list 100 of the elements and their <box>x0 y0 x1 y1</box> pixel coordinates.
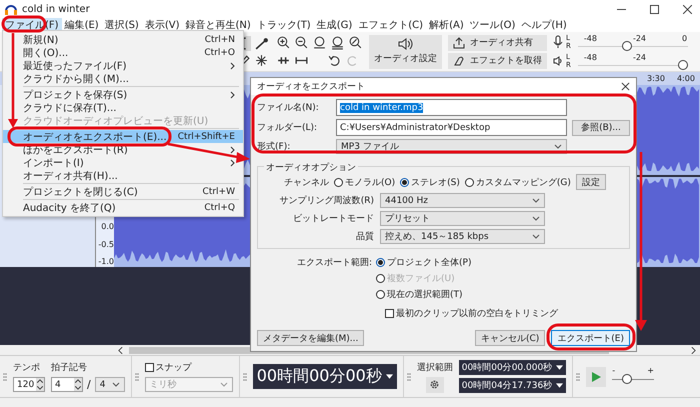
close-icon[interactable] <box>621 82 630 91</box>
dialog-button[interactable]: キャンセル(C) <box>474 330 546 346</box>
menu-item[interactable]: プロジェクトを閉じる(C) Ctrl+W <box>3 185 243 198</box>
menu-item[interactable]: エフェクト(C) <box>355 18 426 32</box>
radio-button[interactable]: プロジェクト全体(P) <box>376 256 472 269</box>
slider-max-label: + <box>647 366 654 374</box>
menu-item[interactable]: クラウドから開く(M)... <box>3 72 243 85</box>
speaker-icon[interactable] <box>553 54 563 68</box>
trim-checkbox[interactable]: 最初のクリップ以前の空白をトリミング <box>257 307 630 320</box>
scale-label: -0.5 <box>97 240 114 250</box>
menu-item[interactable]: インポート(I) <box>3 156 243 169</box>
fit-selection-icon[interactable] <box>312 35 327 50</box>
audio-setup-button[interactable]: オーディオ設定 <box>369 34 442 68</box>
grip-handle-icon[interactable] <box>134 372 139 382</box>
caret-icon <box>112 382 120 387</box>
field-label: サンプリング周波数(R) <box>278 194 374 207</box>
menu-item[interactable]: 開く(O)... Ctrl+O <box>3 46 243 59</box>
menu-item[interactable]: トラック(T) <box>254 18 314 32</box>
selection-start-field[interactable]: 00時間00分00.000秒 <box>458 360 566 375</box>
caret-icon <box>556 365 564 370</box>
slider-min-label: - <box>612 366 616 374</box>
play-at-speed-button[interactable] <box>586 366 606 386</box>
beats-field[interactable]: 4 <box>51 377 83 392</box>
field-label: フォルダー(L): <box>257 122 318 134</box>
menu-item[interactable]: Audacity を終了(Q) Ctrl+Q <box>3 201 243 214</box>
radio-circle[interactable] <box>376 258 386 267</box>
settings-button[interactable]: 設定 <box>576 174 606 190</box>
menu-item[interactable]: 最近使ったファイル(F) <box>3 59 243 72</box>
menu-item[interactable]: 選択(S) <box>102 18 142 32</box>
menu-item[interactable]: オーディオをエクスポート(E)... Ctrl+Shift+E <box>3 130 243 143</box>
meter-tick-label: -24 <box>632 52 648 62</box>
field-label: エクスポート範囲: <box>297 256 372 270</box>
spin-arrows-icon[interactable] <box>74 378 82 391</box>
menu-item[interactable]: 解析(A) <box>426 18 467 32</box>
timeline-label: 4:00 <box>676 74 695 83</box>
beat-unit-dropdown[interactable]: 4 <box>94 377 125 392</box>
dialog-button[interactable]: エクスポート(E) <box>551 330 630 346</box>
caret-icon <box>556 383 564 388</box>
tempo-field[interactable]: 120 <box>13 377 45 392</box>
share-audio-button[interactable]: オーディオ共有 <box>448 34 547 50</box>
dropdown[interactable]: 44100 Hz <box>380 193 545 208</box>
caret-icon <box>220 382 228 387</box>
play-icon <box>591 372 602 382</box>
menu-item[interactable]: 新規(N) Ctrl+N <box>3 33 243 46</box>
envelope-tool-icon[interactable] <box>254 36 269 50</box>
upload-icon <box>453 36 465 48</box>
radio-button[interactable]: ステレオ(S) <box>400 176 460 188</box>
caret-icon <box>386 374 393 379</box>
selection-label: 選択範囲 <box>416 362 453 374</box>
zoom-in-icon[interactable] <box>276 35 291 50</box>
zoom-out-icon[interactable] <box>294 35 309 50</box>
zoom-toggle-icon[interactable] <box>348 35 363 50</box>
menu-item[interactable]: オーディオ共有(H)... <box>3 169 243 182</box>
snap-checkbox[interactable]: スナップ <box>144 361 233 374</box>
menu-item[interactable]: 録音と再生(N) <box>182 18 254 32</box>
meter-slider-thumb[interactable] <box>622 40 632 50</box>
grip-handle-icon[interactable] <box>576 372 580 382</box>
gear-icon <box>429 379 440 390</box>
file-name-field[interactable]: cold in winter.mp3 <box>336 99 567 116</box>
menu-item[interactable]: 表示(V) <box>142 18 182 32</box>
menu-item[interactable]: 編集(E) <box>62 18 102 32</box>
browse-button[interactable]: 参照(B)... <box>572 120 630 136</box>
menu-item[interactable]: ヘルプ(H) <box>518 18 570 32</box>
caret-icon <box>532 198 540 203</box>
menu-item[interactable]: クラウドに保存(T)... <box>3 101 243 114</box>
radio-button[interactable]: モノラル(O) <box>334 176 396 188</box>
scroll-right-icon[interactable] <box>691 346 696 354</box>
menu-item[interactable]: 生成(G) <box>314 18 356 32</box>
settings-button[interactable] <box>426 376 444 392</box>
dropdown[interactable]: プリセット <box>380 211 545 226</box>
grip-handle-icon[interactable] <box>406 372 411 382</box>
radio-button[interactable]: 現在の選択範囲(T) <box>376 288 472 301</box>
scroll-left-icon[interactable] <box>118 346 123 354</box>
close-icon[interactable] <box>683 4 692 14</box>
radio-button[interactable]: カスタムマッピング(G) <box>464 176 571 188</box>
maximize-icon[interactable] <box>650 4 659 14</box>
field-label: ファイル名(N): <box>257 102 320 114</box>
field-label: ビットレートモード <box>292 212 374 225</box>
menu-item[interactable]: ツール(O) <box>466 18 518 32</box>
dropdown[interactable]: 控えめ、145～185 kbps <box>380 229 545 244</box>
menu-item[interactable]: プロジェクトを保存(S) <box>3 88 243 101</box>
dialog-button[interactable]: メタデータを編集(M)... <box>257 330 364 346</box>
undo-icon[interactable] <box>327 53 342 68</box>
meter-tick-label: -48 <box>584 52 598 62</box>
get-effects-button[interactable]: エフェクトを取得 <box>448 52 547 68</box>
radio-circle[interactable] <box>376 290 386 299</box>
asterisk-icon[interactable] <box>254 52 269 68</box>
grip-handle-icon[interactable] <box>242 372 247 382</box>
spin-arrows-icon[interactable] <box>36 378 44 391</box>
plug-icon <box>453 54 465 66</box>
meter-slider-thumb[interactable] <box>678 60 688 70</box>
selection-end-field[interactable]: 00時間04分17.736秒 <box>458 378 566 393</box>
fit-project-icon[interactable] <box>330 35 345 50</box>
speed-slider-thumb[interactable] <box>622 374 632 384</box>
speaker-icon <box>398 38 414 50</box>
microphone-icon[interactable] <box>553 35 563 49</box>
grip-handle-icon[interactable] <box>3 372 7 382</box>
folder-field[interactable]: C:¥Users¥Administrator¥Desktop <box>336 119 567 136</box>
caret-icon <box>554 144 562 149</box>
time-display[interactable]: 00時間00分00秒 <box>252 364 397 389</box>
